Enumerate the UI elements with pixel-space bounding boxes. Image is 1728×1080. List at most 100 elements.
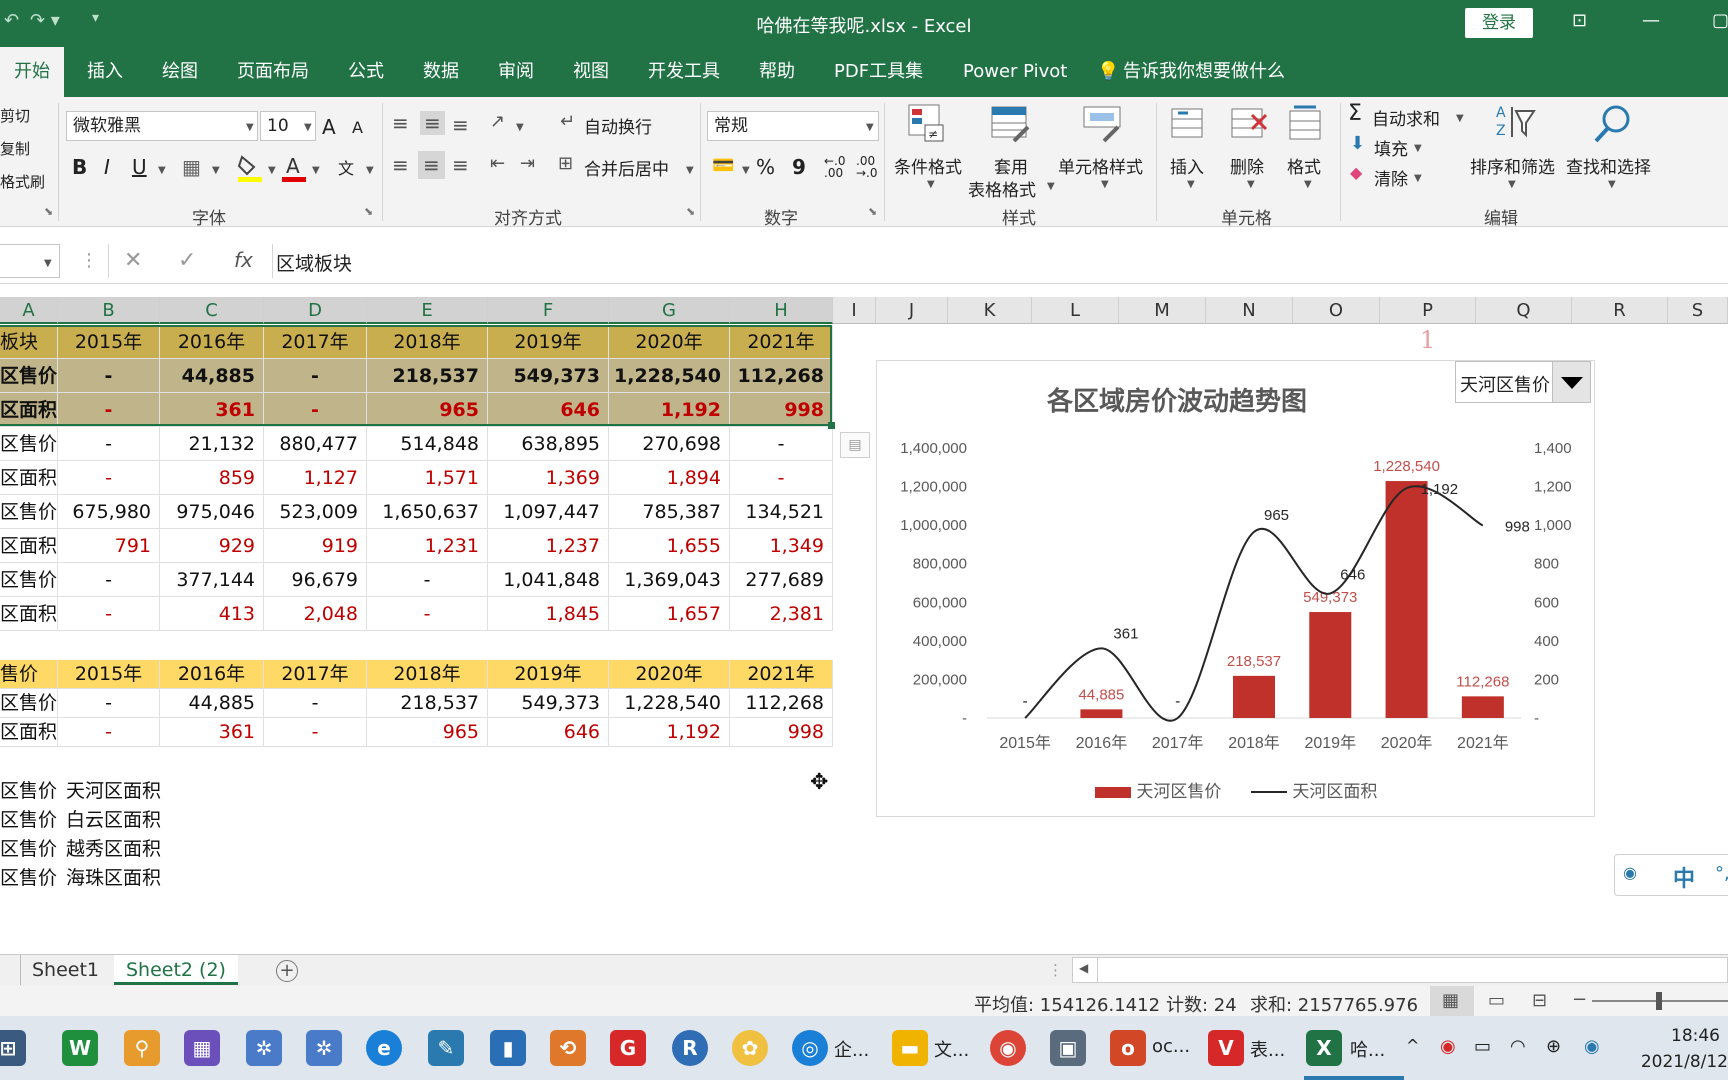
column-header-d[interactable]: D xyxy=(264,297,367,324)
column-header-o[interactable]: O xyxy=(1293,297,1380,324)
page-break-view-icon[interactable]: ⊟ xyxy=(1532,990,1547,1011)
taskbar-app-label[interactable]: 表... xyxy=(1250,1036,1285,1062)
wechat-work-icon[interactable]: ◎ xyxy=(792,1030,828,1066)
table-cell[interactable]: 646 xyxy=(488,393,609,427)
align-left-icon[interactable]: ≡ xyxy=(392,153,409,177)
column-header-c[interactable]: C xyxy=(160,297,264,324)
edge-icon[interactable]: e xyxy=(366,1030,402,1066)
table-cell[interactable]: 785,387 xyxy=(609,495,730,529)
list-item[interactable]: 区售价 xyxy=(0,805,57,832)
align-bottom-icon[interactable]: ≡ xyxy=(452,113,469,137)
notebook-icon[interactable]: ▮ xyxy=(490,1030,526,1066)
column-header-r[interactable]: R xyxy=(1572,297,1668,324)
tab-formulas[interactable]: 公式 xyxy=(348,47,384,97)
table-cell[interactable]: 区售价 xyxy=(0,495,58,529)
enter-icon[interactable]: ✓ xyxy=(178,248,196,273)
battery-icon[interactable]: ▭ xyxy=(1474,1036,1491,1057)
tab-insert[interactable]: 插入 xyxy=(87,47,123,97)
table-cell[interactable]: 2,048 xyxy=(264,597,367,631)
wrap-text-icon[interactable]: ↵ xyxy=(560,111,575,132)
table-cell[interactable]: 998 xyxy=(730,718,833,747)
shrink-font-button[interactable]: A xyxy=(352,118,363,137)
column-header-g[interactable]: G xyxy=(609,297,730,324)
decrease-decimal-icon[interactable]: .00 →.0 xyxy=(856,155,878,179)
copy-button[interactable]: 复制 xyxy=(0,138,30,159)
taskbar-app-label[interactable]: 企... xyxy=(834,1036,869,1062)
taskbar-app-label[interactable]: oc... xyxy=(1152,1036,1190,1057)
list-item[interactable]: 天河区面积 xyxy=(66,776,161,803)
excel-icon[interactable]: X xyxy=(1306,1030,1342,1066)
table-cell[interactable]: 965 xyxy=(367,718,488,747)
tab-draw[interactable]: 绘图 xyxy=(162,47,198,97)
login-button[interactable]: 登录 xyxy=(1465,8,1533,38)
table-cell[interactable]: 1,231 xyxy=(367,529,488,563)
percent-button[interactable]: % xyxy=(756,155,775,179)
network-tool-2-icon[interactable]: ✲ xyxy=(306,1030,342,1066)
table-cell[interactable]: - xyxy=(367,597,488,631)
zoom-slider-thumb[interactable] xyxy=(1656,992,1662,1010)
table-header-cell[interactable]: 2018年 xyxy=(367,325,488,359)
column-header-s[interactable]: S xyxy=(1668,297,1728,324)
list-item[interactable]: 区售价 xyxy=(0,776,57,803)
tab-page-layout[interactable]: 页面布局 xyxy=(237,47,309,97)
table-cell[interactable]: 377,144 xyxy=(160,563,264,597)
r-studio-icon[interactable]: R xyxy=(672,1030,708,1066)
table-header-cell[interactable]: 2019年 xyxy=(488,660,609,689)
table-cell[interactable]: - xyxy=(264,359,367,393)
table-cell[interactable]: 1,845 xyxy=(488,597,609,631)
table-header-cell[interactable]: 2019年 xyxy=(488,325,609,359)
clock-date[interactable]: 2021/8/12 xyxy=(1620,1052,1728,1072)
table-cell[interactable]: 区面积 xyxy=(0,393,58,427)
table-cell[interactable]: 区面积 xyxy=(0,529,58,563)
table-header-cell[interactable]: 2020年 xyxy=(609,660,730,689)
ifly-tray-icon[interactable]: ◉ xyxy=(1584,1036,1600,1057)
column-header-l[interactable]: L xyxy=(1032,297,1119,324)
wps-writer-icon[interactable]: W xyxy=(62,1030,98,1066)
tell-me-search[interactable]: 告诉我你想要做什么 xyxy=(1123,47,1285,97)
list-item[interactable]: 海珠区面积 xyxy=(66,863,161,890)
table-header-cell[interactable]: 2021年 xyxy=(730,325,833,359)
page-layout-view-icon[interactable]: ▭ xyxy=(1488,990,1505,1011)
table-cell[interactable]: 112,268 xyxy=(730,689,833,718)
column-header-p[interactable]: P xyxy=(1380,297,1476,324)
clear-button[interactable]: 清除 xyxy=(1374,165,1408,190)
format-as-table-button[interactable]: 套用 xyxy=(990,153,1032,178)
orientation-icon[interactable]: ↗ xyxy=(490,111,505,132)
cut-button[interactable]: 剪切 xyxy=(0,105,30,126)
tab-power-pivot[interactable]: Power Pivot xyxy=(963,47,1067,97)
column-header-e[interactable]: E xyxy=(367,297,488,324)
table-cell[interactable]: 区售价 xyxy=(0,359,58,393)
table-cell[interactable]: 514,848 xyxy=(367,427,488,461)
wifi-icon[interactable]: ◠ xyxy=(1510,1036,1526,1057)
phonetic-icon[interactable]: 文 xyxy=(338,155,354,179)
table-cell[interactable]: 1,655 xyxy=(609,529,730,563)
tab-view[interactable]: 视图 xyxy=(573,47,609,97)
table-cell[interactable]: 1,657 xyxy=(609,597,730,631)
office-doc-icon[interactable]: o xyxy=(1110,1030,1146,1066)
currency-icon[interactable]: 💳 xyxy=(712,155,734,176)
table-cell[interactable]: 1,237 xyxy=(488,529,609,563)
column-header-q[interactable]: Q xyxy=(1476,297,1572,324)
table-cell[interactable]: 1,650,637 xyxy=(367,495,488,529)
column-header-n[interactable]: N xyxy=(1206,297,1293,324)
table-cell[interactable]: - xyxy=(58,461,160,495)
cell-styles-button[interactable]: 单元格样式 xyxy=(1058,153,1143,178)
merge-center-button[interactable]: 合并后居中 xyxy=(584,155,669,180)
ifly-icon[interactable]: ◉ xyxy=(1623,863,1637,882)
sheet-tab-sheet2-2[interactable]: Sheet2 (2) xyxy=(114,955,238,985)
capture-tool-icon[interactable]: ⟲ xyxy=(550,1030,586,1066)
table-cell[interactable]: - xyxy=(730,427,833,461)
table-cell[interactable]: - xyxy=(58,563,160,597)
table-header-cell[interactable]: 2016年 xyxy=(160,325,264,359)
table-cell[interactable]: 1,192 xyxy=(609,718,730,747)
table-cell[interactable]: 区售价 xyxy=(0,427,58,461)
align-right-icon[interactable]: ≡ xyxy=(452,153,469,177)
table-cell[interactable]: 549,373 xyxy=(488,359,609,393)
table-cell[interactable]: 277,689 xyxy=(730,563,833,597)
format-cells-button[interactable]: 格式 xyxy=(1287,153,1321,178)
list-item[interactable]: 区售价 xyxy=(0,863,57,890)
table-header-cell[interactable]: 板块 xyxy=(0,325,58,359)
align-top-icon[interactable]: ≡ xyxy=(392,111,409,135)
table-cell[interactable]: 638,895 xyxy=(488,427,609,461)
task-view-icon[interactable]: ⊞ xyxy=(0,1030,26,1066)
